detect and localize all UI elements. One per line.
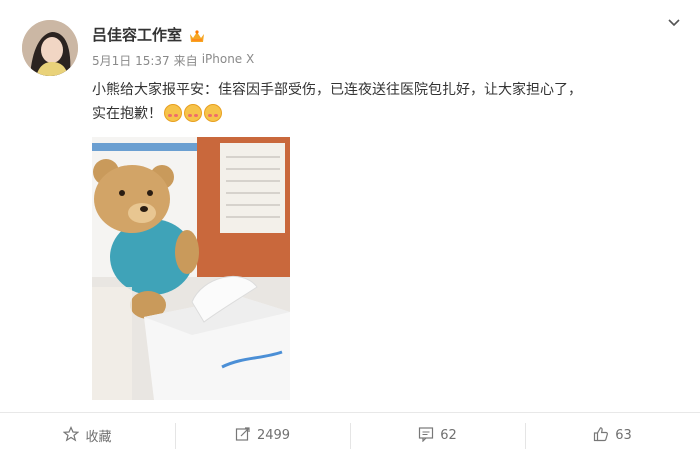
- thumbs-up-icon: [593, 426, 609, 446]
- author-name[interactable]: 吕佳容工作室: [92, 24, 182, 45]
- author-avatar[interactable]: [22, 20, 78, 76]
- post-text-line1: 小熊给大家报平安：佳容因手部受伤，已连夜送往医院包扎好，让大家担心了，: [92, 82, 582, 98]
- chevron-down-icon[interactable]: [666, 14, 682, 30]
- favorite-label: 收藏: [85, 430, 112, 445]
- blush-emoji-icon: [164, 104, 182, 122]
- blush-emoji-icon: [184, 104, 202, 122]
- repost-button[interactable]: 2499: [175, 413, 350, 458]
- repost-count: 2499: [256, 428, 291, 443]
- post-image[interactable]: [92, 137, 290, 400]
- teddy-bear-photo-graphic: [92, 137, 290, 400]
- post-text: 小熊给大家报平安：佳容因手部受伤，已连夜送往医院包扎好，让大家担心了， 实在抱歉…: [92, 78, 677, 126]
- repost-icon: [235, 426, 251, 446]
- vip-badge-icon[interactable]: [188, 28, 206, 42]
- blush-emoji-icon: [204, 104, 222, 122]
- comment-count: 62: [440, 428, 457, 443]
- post-text-line2: 实在抱歉！: [92, 106, 162, 122]
- like-button[interactable]: 63: [525, 413, 700, 458]
- star-icon: [63, 425, 80, 446]
- post-source: iPhone X: [201, 52, 255, 66]
- source-prefix: 来自: [173, 54, 198, 68]
- comment-button[interactable]: 62: [350, 413, 525, 458]
- action-bar: 收藏 2499 62 63: [0, 413, 700, 458]
- comment-icon: [418, 426, 434, 446]
- like-count: 63: [615, 428, 632, 443]
- post-date[interactable]: 5月1日 15:37: [92, 52, 170, 69]
- favorite-button[interactable]: 收藏: [0, 413, 175, 458]
